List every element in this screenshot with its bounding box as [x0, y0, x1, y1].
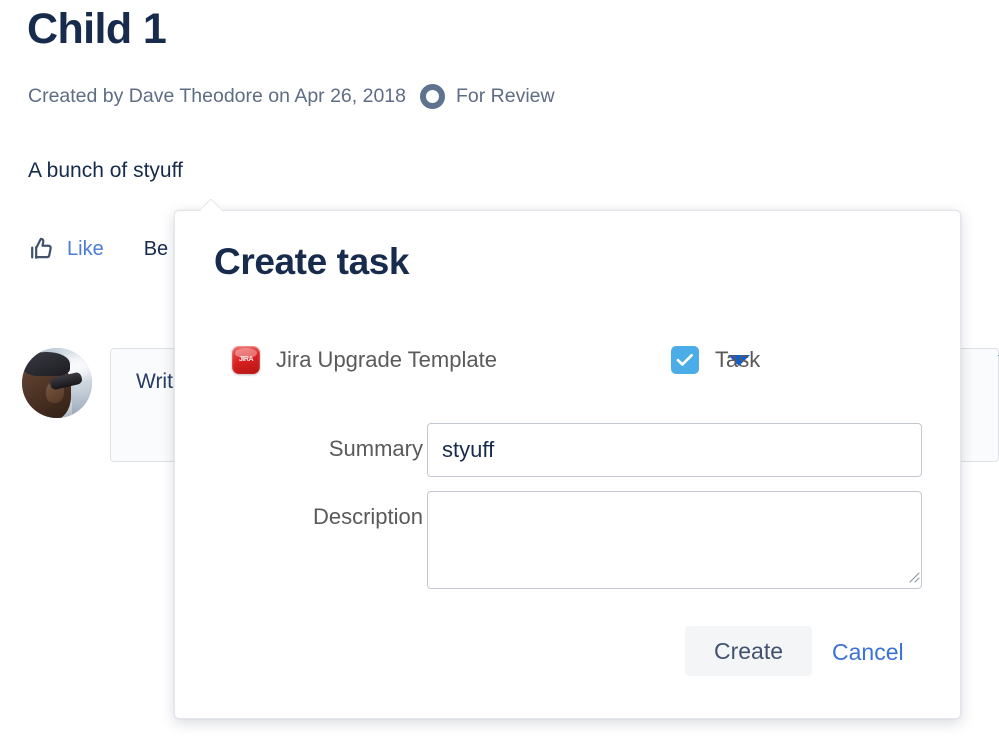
task-checkbox-icon: [671, 346, 699, 374]
dialog-pointer-shape: [201, 199, 224, 212]
avatar-cap: [23, 352, 70, 376]
issue-type-label: Task: [715, 347, 761, 372]
dialog-title: Create task: [214, 241, 410, 282]
cancel-button[interactable]: Cancel: [832, 639, 904, 666]
thumbs-up-icon[interactable]: [28, 235, 56, 263]
dialog-pointer-tail: [201, 199, 225, 212]
description-textarea[interactable]: [427, 491, 922, 589]
status-label: For Review: [455, 84, 555, 107]
action-row: Like Be: [28, 231, 168, 267]
avatar[interactable]: [22, 348, 92, 418]
description-label: Description: [312, 504, 423, 529]
page-body-text: A bunch of styuff: [28, 159, 183, 182]
summary-label: Summary: [328, 436, 423, 461]
status-badge[interactable]: For Review: [419, 83, 555, 109]
selector-row: JIRA Jira Upgrade Template Task: [175, 338, 999, 382]
project-select-label: Jira Upgrade Template: [276, 347, 497, 372]
summary-field-row: Summary *: [175, 423, 960, 477]
byline-text: Created by Dave Theodore on Apr 26, 2018: [28, 84, 406, 107]
comment-placeholder: Writ: [136, 370, 173, 393]
secondary-action-label[interactable]: Be: [144, 238, 168, 261]
create-task-dialog: Create task JIRA Jira Upgrade Template T…: [174, 199, 999, 719]
page-title: Child 1: [27, 5, 167, 53]
summary-input[interactable]: [427, 423, 922, 477]
jira-icon-glyph: JIRA: [238, 356, 254, 364]
dialog-footer: Create Cancel: [175, 621, 960, 681]
status-ring-icon: [419, 83, 445, 109]
issue-type-select[interactable]: Task: [671, 338, 921, 382]
like-label[interactable]: Like: [67, 238, 104, 261]
create-button[interactable]: Create: [685, 626, 812, 676]
byline: Created by Dave Theodore on Apr 26, 2018…: [28, 82, 555, 110]
description-field-row: Description: [175, 491, 960, 589]
project-select[interactable]: JIRA Jira Upgrade Template: [232, 338, 632, 382]
jira-project-icon: JIRA: [232, 346, 260, 374]
